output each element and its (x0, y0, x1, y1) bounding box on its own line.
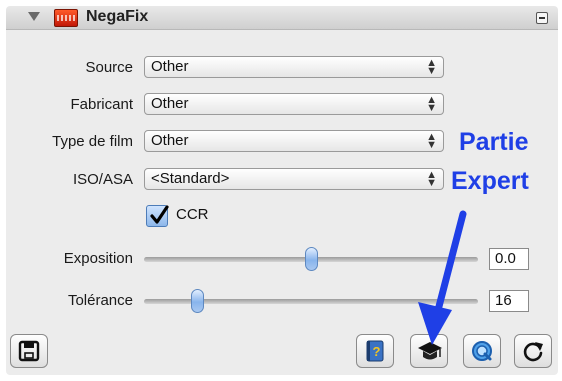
negafix-panel: NegaFix Source Other ▲ ▼ Fabricant Other … (0, 0, 562, 381)
annotation-arrow (418, 210, 467, 345)
annotation-arrowhead (418, 302, 452, 345)
